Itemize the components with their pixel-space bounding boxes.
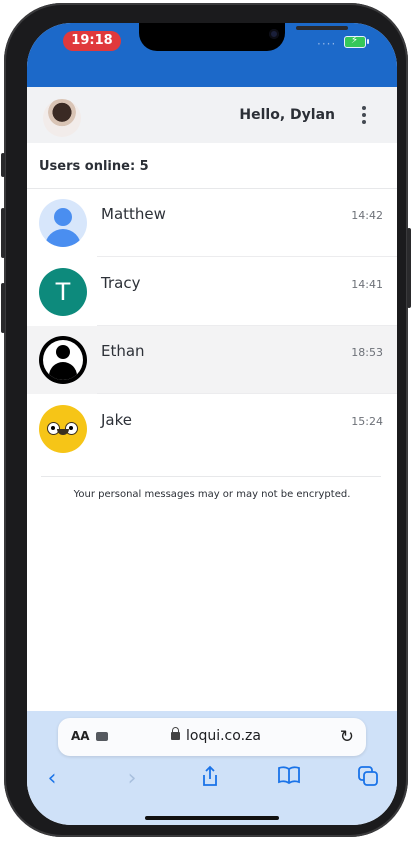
jake-dog-icon xyxy=(39,405,87,453)
tabs-icon[interactable] xyxy=(353,765,383,793)
battery-charging-icon: ⚡ xyxy=(344,35,369,48)
power-button xyxy=(407,228,411,308)
person-circle-icon xyxy=(39,336,87,384)
contact-time: 18:53 xyxy=(351,346,383,359)
address-bar[interactable]: AA loqui.co.za ↻ xyxy=(58,718,366,756)
letter-avatar: T xyxy=(39,268,87,316)
url-text[interactable]: loqui.co.za xyxy=(186,728,261,744)
encryption-disclaimer: Your personal messages may or may not be… xyxy=(73,489,351,500)
text-size-button[interactable]: AA xyxy=(71,729,90,743)
contact-name: Tracy xyxy=(101,274,141,292)
contact-name: Jake xyxy=(101,411,132,429)
greeting-text: Hello, Dylan xyxy=(239,107,335,123)
phone-frame: 19:18 ···· ⚡ Hello, Dylan Users online: … xyxy=(1,3,411,837)
app-header: Hello, Dylan xyxy=(27,87,397,143)
contact-row-ethan[interactable]: Ethan 18:53 xyxy=(27,326,397,394)
screen: 19:18 ···· ⚡ Hello, Dylan Users online: … xyxy=(27,23,397,825)
contact-time: 15:24 xyxy=(351,415,383,428)
status-bar: 19:18 ···· ⚡ xyxy=(27,23,397,87)
profile-avatar[interactable] xyxy=(43,99,81,137)
signal-dots-icon: ···· xyxy=(317,37,337,51)
camera-icon xyxy=(269,29,279,39)
contact-time: 14:42 xyxy=(351,209,383,222)
status-time: 19:18 xyxy=(63,31,121,51)
reload-icon[interactable]: ↻ xyxy=(340,727,354,747)
contact-row-matthew[interactable]: Matthew 14:42 xyxy=(27,189,397,257)
mute-switch xyxy=(1,153,5,177)
extension-icon[interactable] xyxy=(96,732,108,741)
back-icon[interactable]: ‹ xyxy=(37,765,67,793)
contact-name: Ethan xyxy=(101,342,145,360)
speaker xyxy=(296,26,348,30)
home-indicator[interactable] xyxy=(145,816,279,820)
default-person-icon xyxy=(39,199,87,247)
forward-icon[interactable]: › xyxy=(117,765,147,793)
divider xyxy=(41,476,381,477)
notch xyxy=(139,23,348,51)
contact-time: 14:41 xyxy=(351,278,383,291)
share-icon[interactable] xyxy=(195,765,225,793)
users-online-count: Users online: 5 xyxy=(39,159,149,174)
bookmarks-icon[interactable] xyxy=(274,765,304,793)
browser-toolbar: AA loqui.co.za ↻ ‹ › xyxy=(27,711,397,825)
more-menu-icon[interactable] xyxy=(361,106,367,124)
contact-name: Matthew xyxy=(101,205,166,223)
volume-down-button xyxy=(1,283,5,333)
contact-row-tracy[interactable]: T Tracy 14:41 xyxy=(27,258,397,326)
lock-icon xyxy=(171,727,180,740)
contact-row-jake[interactable]: Jake 15:24 xyxy=(27,395,397,463)
volume-up-button xyxy=(1,208,5,258)
